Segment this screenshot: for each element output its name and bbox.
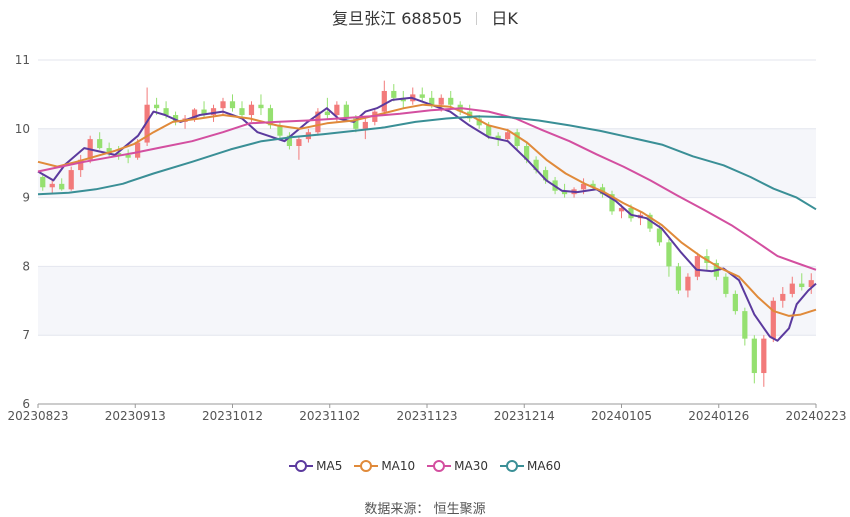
legend-item-ma30[interactable]: MA30	[427, 459, 488, 473]
grid-band	[38, 128, 816, 198]
y-tick-label: 10	[15, 122, 30, 136]
x-tick-label: 20231123	[396, 409, 457, 423]
candle-body	[505, 132, 511, 140]
x-tick-label: 20231214	[494, 409, 555, 423]
legend-marker-icon	[289, 460, 314, 472]
x-tick-label: 20231012	[202, 409, 263, 423]
source-label: 数据来源：	[364, 502, 430, 517]
candle-body	[761, 338, 767, 374]
grid-band	[38, 266, 816, 336]
candle-body	[486, 125, 492, 136]
legend-item-ma60[interactable]: MA60	[500, 459, 561, 473]
candle-body	[780, 293, 786, 301]
candle-body	[324, 111, 330, 116]
candle-body	[789, 283, 795, 294]
x-tick-label: 20240105	[591, 409, 652, 423]
y-tick-label: 7	[22, 328, 30, 342]
x-tick-label: 20240223	[785, 409, 846, 423]
candle-body	[448, 97, 454, 105]
x-tick-label: 20240126	[688, 409, 749, 423]
candle-body	[419, 94, 425, 98]
data-source: 数据来源： 恒生聚源	[0, 498, 850, 517]
candle-body	[125, 154, 131, 158]
legend-marker-icon	[500, 460, 525, 472]
candle-body	[362, 121, 368, 129]
candle-body	[723, 276, 729, 294]
candle-body	[334, 104, 340, 116]
candle-body	[248, 104, 255, 116]
candle-body	[135, 142, 141, 158]
chart-legend: MA5 MA10 MA30 MA60	[0, 459, 850, 473]
candle-body	[239, 108, 245, 116]
candle-body	[343, 104, 349, 119]
legend-item-ma5[interactable]: MA5	[289, 459, 342, 473]
candle-body	[675, 266, 682, 291]
candle-body	[751, 338, 757, 374]
legend-label: MA30	[454, 459, 489, 473]
candle-body	[742, 311, 748, 339]
candlestick-chart: 6789101120230823 20230913 20231012 20231102…	[7, 53, 846, 423]
candle-body	[666, 242, 672, 267]
legend-marker-icon	[354, 460, 379, 472]
legend-label: MA5	[316, 459, 343, 473]
candle-body	[770, 300, 776, 339]
x-tick-label: 20230913	[105, 409, 166, 423]
candle-body	[229, 101, 236, 109]
x-tick-label: 20230823	[7, 409, 68, 423]
candle-body	[694, 256, 701, 277]
candle-body	[97, 139, 103, 149]
candle-body	[732, 293, 738, 312]
y-tick-label: 9	[22, 191, 30, 205]
candle-body	[438, 97, 444, 105]
candle-body	[153, 104, 160, 109]
legend-marker-icon	[427, 460, 452, 472]
candle-body	[296, 139, 302, 146]
candle-body	[391, 90, 397, 98]
x-tick-label: 20231102	[299, 409, 360, 423]
candle-body	[220, 101, 226, 109]
candle-body	[381, 90, 387, 112]
candle-body	[40, 176, 46, 188]
candle-body	[68, 170, 74, 190]
candle-body	[59, 183, 65, 190]
legend-label: MA10	[381, 459, 416, 473]
candle-body	[258, 104, 264, 109]
candle-body	[49, 183, 55, 188]
candle-body	[685, 276, 691, 291]
legend-label: MA60	[527, 459, 561, 473]
y-tick-label: 11	[15, 53, 30, 67]
legend-item-ma10[interactable]: MA10	[354, 459, 415, 473]
candle-body	[656, 228, 663, 243]
source-name: 恒生聚源	[433, 502, 486, 517]
candle-body	[799, 283, 805, 288]
y-tick-label: 8	[22, 259, 30, 273]
